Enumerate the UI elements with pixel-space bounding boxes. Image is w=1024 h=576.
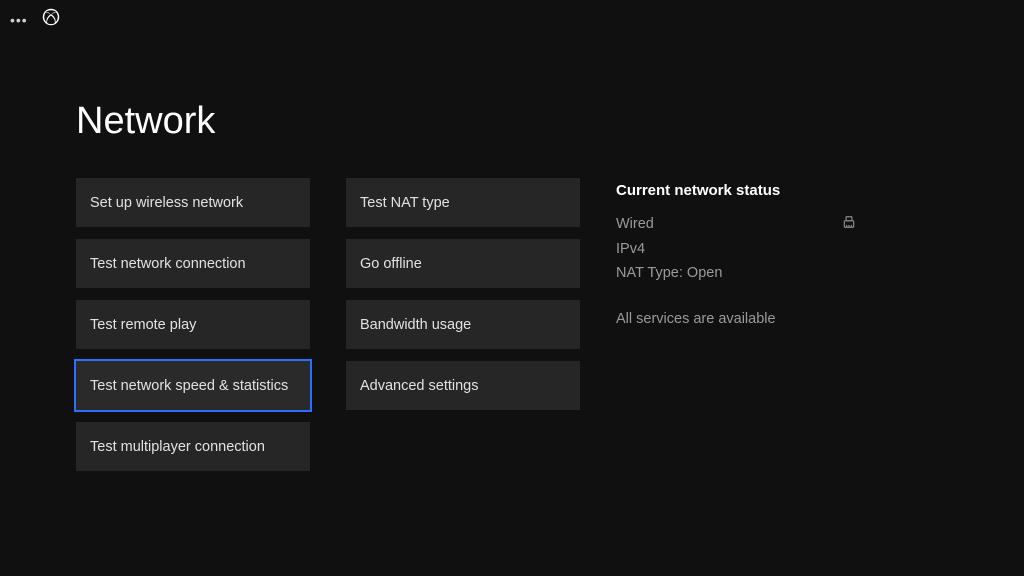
options-column-left: Set up wireless network Test network con… xyxy=(76,178,310,471)
tile-label: Advanced settings xyxy=(360,378,479,394)
tile-label: Test network speed & statistics xyxy=(90,378,288,394)
go-offline-button[interactable]: Go offline xyxy=(346,239,580,288)
test-multiplayer-connection-button[interactable]: Test multiplayer connection xyxy=(76,422,310,471)
bandwidth-usage-button[interactable]: Bandwidth usage xyxy=(346,300,580,349)
test-network-connection-button[interactable]: Test network connection xyxy=(76,239,310,288)
network-settings-content: Set up wireless network Test network con… xyxy=(76,178,856,471)
status-services-label: All services are available xyxy=(616,311,856,327)
tile-label: Go offline xyxy=(360,256,422,272)
network-status-panel: Current network status Wired IPv4 NAT Ty… xyxy=(616,178,856,471)
status-heading: Current network status xyxy=(616,182,856,199)
tile-label: Test network connection xyxy=(90,256,246,272)
ethernet-icon xyxy=(842,215,856,233)
options-column-right: Test NAT type Go offline Bandwidth usage… xyxy=(346,178,580,471)
tile-label: Bandwidth usage xyxy=(360,317,471,333)
tile-label: Test remote play xyxy=(90,317,196,333)
setup-wireless-network-button[interactable]: Set up wireless network xyxy=(76,178,310,227)
tile-label: Test multiplayer connection xyxy=(90,439,265,455)
status-connection-label: Wired xyxy=(616,216,654,232)
tile-label: Test NAT type xyxy=(360,195,450,211)
xbox-logo-icon xyxy=(42,8,60,31)
tile-label: Set up wireless network xyxy=(90,195,243,211)
page-title: Network xyxy=(76,100,215,143)
status-protocol-label: IPv4 xyxy=(616,241,856,257)
test-remote-play-button[interactable]: Test remote play xyxy=(76,300,310,349)
test-network-speed-button[interactable]: Test network speed & statistics xyxy=(76,361,310,410)
status-connection-row: Wired xyxy=(616,215,856,233)
more-icon[interactable]: ••• xyxy=(10,13,28,27)
advanced-settings-button[interactable]: Advanced settings xyxy=(346,361,580,410)
test-nat-type-button[interactable]: Test NAT type xyxy=(346,178,580,227)
status-nat-label: NAT Type: Open xyxy=(616,265,856,281)
